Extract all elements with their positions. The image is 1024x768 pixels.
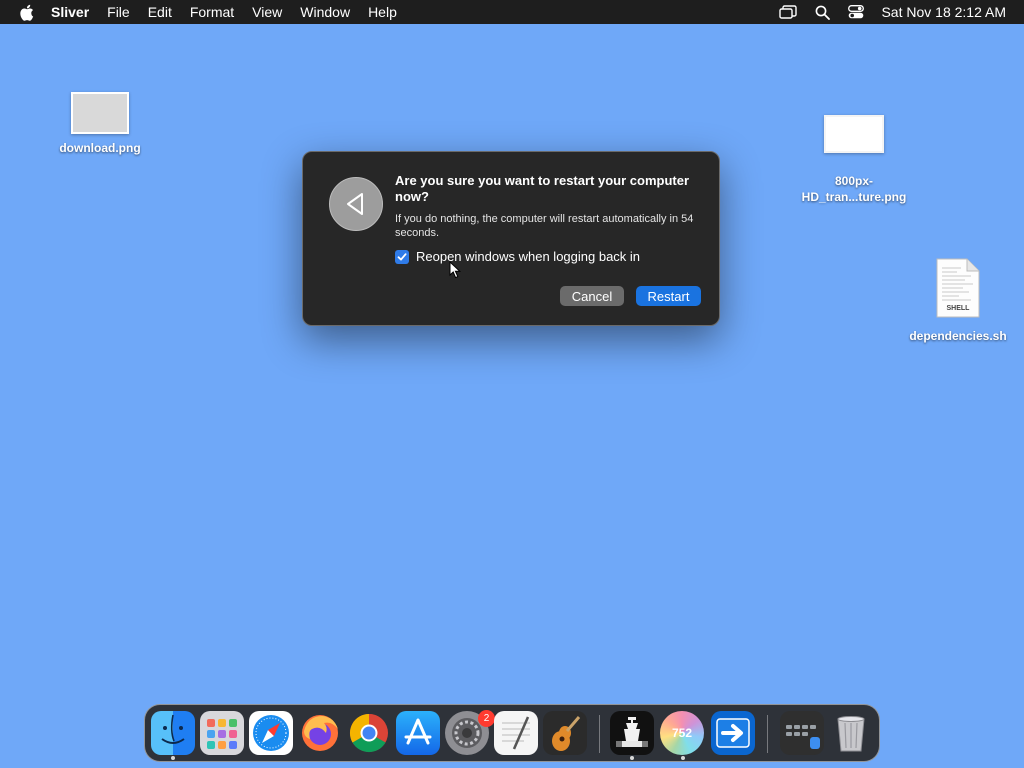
firefox-icon[interactable]	[298, 711, 342, 755]
counter-app-running-indicator	[681, 756, 685, 760]
counter-app-icon[interactable]: 752	[660, 711, 704, 755]
menu-view[interactable]: View	[243, 0, 291, 24]
desktop-file-dependencies[interactable]: SHELL dependencies.sh	[900, 258, 1016, 344]
counter-app-text: 752	[671, 726, 693, 740]
finder-icon[interactable]	[151, 711, 195, 755]
dialog-message: If you do nothing, the computer will res…	[395, 213, 694, 239]
dock: 2 752	[144, 704, 880, 762]
spotlight-search-icon[interactable]	[805, 0, 839, 24]
image-thumbnail-icon	[71, 92, 129, 134]
migration-assistant-icon[interactable]	[711, 711, 755, 755]
desktop-file-label-line1: 800px-	[834, 174, 874, 188]
desktop-file-label: 800px- HD_tran...ture.png	[793, 173, 915, 205]
mouse-cursor-icon	[449, 260, 462, 284]
menu-format[interactable]: Format	[181, 0, 243, 24]
textedit-icon[interactable]	[494, 711, 538, 755]
menu-file[interactable]: File	[98, 0, 139, 24]
image-thumbnail-icon	[824, 115, 884, 153]
dock-separator	[599, 715, 600, 753]
dock-separator	[767, 715, 768, 753]
restart-back-icon	[329, 177, 383, 231]
restart-dialog: Are you sure you want to restart your co…	[302, 151, 720, 326]
system-settings-icon[interactable]: 2	[445, 710, 495, 755]
menu-help[interactable]: Help	[359, 0, 406, 24]
chess-running-indicator	[630, 756, 634, 760]
desktop-file-label: download.png	[59, 141, 141, 155]
menu-edit[interactable]: Edit	[139, 0, 181, 24]
menu-window[interactable]: Window	[291, 0, 359, 24]
desktop-file-800px[interactable]: 800px- HD_tran...ture.png	[793, 115, 915, 205]
shell-badge-text: SHELL	[946, 305, 970, 312]
cancel-button[interactable]: Cancel	[560, 286, 624, 306]
restart-button[interactable]: Restart	[636, 286, 701, 306]
launchpad-icon[interactable]	[200, 711, 244, 755]
app-store-icon[interactable]	[396, 711, 440, 755]
reopen-windows-checkbox[interactable]	[395, 249, 409, 264]
screen-mirroring-icon[interactable]	[771, 0, 805, 24]
screen-apps-folder-icon[interactable]	[780, 711, 824, 755]
desktop-file-download[interactable]: download.png	[50, 92, 150, 156]
menu-bar: Sliver File Edit Format View Window Help…	[0, 0, 1024, 24]
control-center-icon[interactable]	[839, 0, 873, 24]
menubar-clock[interactable]: Sat Nov 18 2:12 AM	[873, 4, 1024, 20]
trash-icon[interactable]	[829, 711, 873, 755]
system-settings-badge: 2	[478, 710, 495, 727]
shell-script-icon: SHELL	[935, 258, 981, 318]
reopen-windows-checkbox-row[interactable]: Reopen windows when logging back in	[395, 249, 640, 264]
apple-menu-icon[interactable]	[14, 0, 38, 24]
garageband-icon[interactable]	[543, 711, 587, 755]
menu-app-name[interactable]: Sliver	[42, 0, 98, 24]
dialog-title: Are you sure you want to restart your co…	[395, 173, 690, 204]
finder-running-indicator	[171, 756, 175, 760]
desktop-file-label: dependencies.sh	[909, 329, 1007, 343]
desktop-file-label-line2: HD_tran...ture.png	[801, 190, 907, 204]
chess-icon[interactable]	[610, 711, 654, 755]
safari-icon[interactable]	[249, 711, 293, 755]
chrome-icon[interactable]	[347, 711, 391, 755]
